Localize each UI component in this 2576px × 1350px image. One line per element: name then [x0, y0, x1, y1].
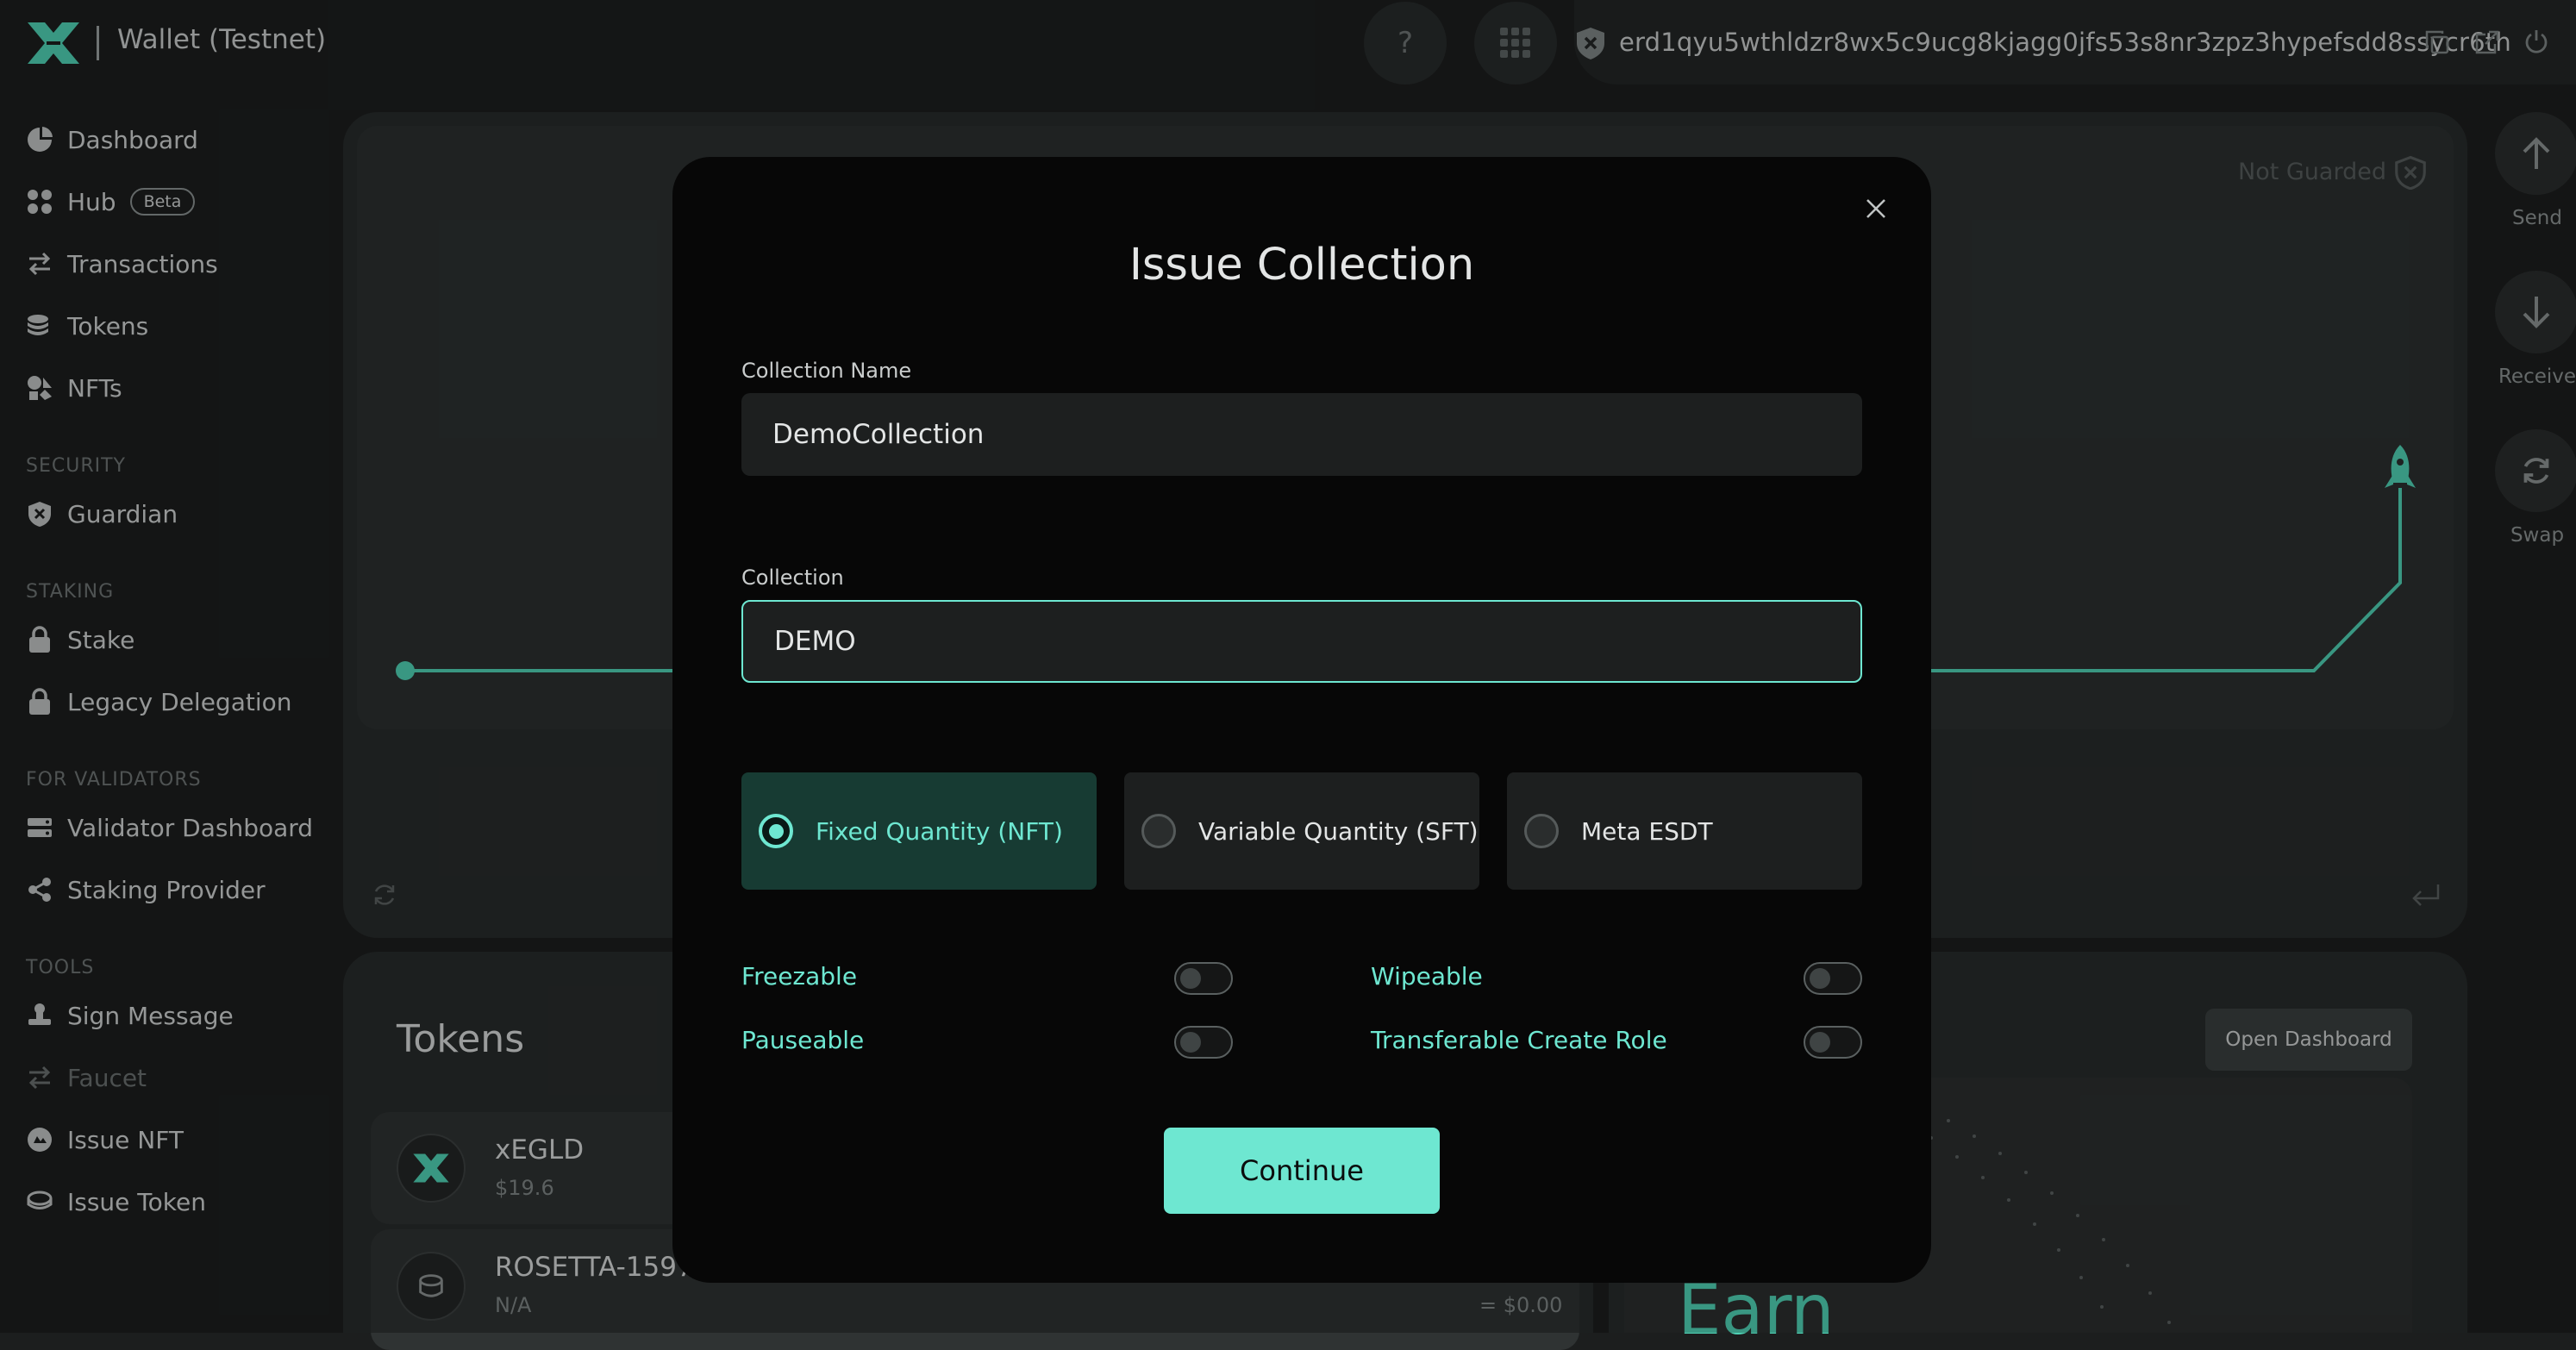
collection-ticker-field[interactable] — [741, 600, 1862, 683]
collection-name-label: Collection Name — [741, 359, 912, 383]
collection-ticker-input[interactable] — [772, 625, 1860, 658]
type-option-label: Fixed Quantity (NFT) — [816, 816, 1063, 846]
radio-selected — [759, 814, 793, 848]
freezable-toggle[interactable] — [1174, 962, 1233, 995]
wipeable-label: Wipeable — [1371, 962, 1483, 991]
continue-button[interactable]: Continue — [1164, 1128, 1440, 1214]
wipeable-toggle[interactable] — [1804, 962, 1862, 995]
radio-unselected — [1141, 814, 1176, 848]
collection-name-field[interactable]: DemoCollection — [741, 393, 1862, 476]
transferable-create-role-label: Transferable Create Role — [1371, 1026, 1667, 1054]
pauseable-toggle[interactable] — [1174, 1026, 1233, 1059]
type-option-meta-esdt[interactable]: Meta ESDT — [1507, 772, 1862, 890]
type-option-label: Meta ESDT — [1581, 816, 1713, 846]
modal-title: Issue Collection — [1129, 240, 1475, 291]
collection-ticker-label: Collection — [741, 566, 844, 590]
type-option-nft[interactable]: Fixed Quantity (NFT) — [741, 772, 1097, 890]
close-icon[interactable] — [1864, 197, 1888, 221]
issue-collection-modal — [672, 157, 1931, 1283]
transferable-create-role-toggle[interactable] — [1804, 1026, 1862, 1059]
freezable-label: Freezable — [741, 962, 858, 991]
radio-unselected — [1524, 814, 1559, 848]
type-option-label: Variable Quantity (SFT) — [1198, 816, 1479, 846]
pauseable-label: Pauseable — [741, 1026, 865, 1054]
collection-name-value: DemoCollection — [772, 419, 985, 450]
type-option-sft[interactable]: Variable Quantity (SFT) — [1124, 772, 1479, 890]
